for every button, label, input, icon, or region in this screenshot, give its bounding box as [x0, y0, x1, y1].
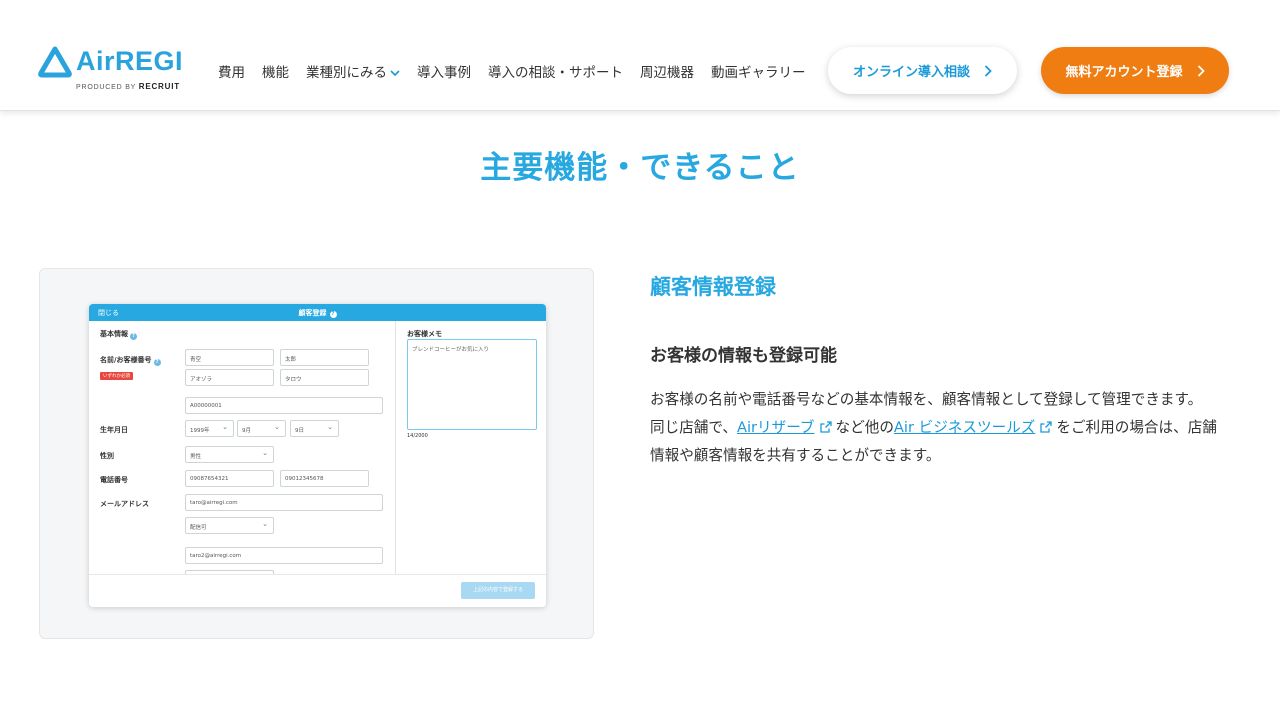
help-icon: ?	[130, 333, 137, 340]
description-paragraph-2: 同じ店舗で、Airリザーブ など他のAir ビジネスツールズ をご利用の場合は、店舗…	[650, 414, 1230, 470]
email-field-2: taro2@airregi.com	[185, 547, 383, 564]
delivery-select: 配信可	[185, 517, 274, 534]
online-consult-label: オンライン導入相談	[852, 65, 970, 80]
name-label: 名前/お客様番号?	[100, 355, 161, 366]
modal-footer: 上記の内容で登録する	[89, 574, 546, 607]
airregi-logo-icon	[38, 46, 72, 78]
feature-title: 顧客情報登録	[650, 275, 776, 299]
name-label-text: 名前/お客様番号	[100, 356, 152, 364]
modal-title: 顧客登録?	[89, 308, 546, 318]
modal-title-text: 顧客登録	[298, 309, 327, 317]
first-name-field: 太郎	[280, 349, 369, 366]
external-link-icon	[819, 421, 832, 433]
nav-item-industry-label: 業種別にみる	[306, 65, 387, 81]
modal-header: 閉じる 顧客登録?	[89, 304, 546, 321]
first-kana-field: タロウ	[280, 369, 369, 386]
save-button-image: 上記の内容で登録する	[461, 582, 535, 599]
logo-text: AirREGI	[76, 46, 184, 76]
birth-year-select: 1999年	[185, 420, 234, 437]
memo-field: ブレンドコーヒーがお気に入り	[407, 339, 537, 430]
phone-field-1: 09087654321	[185, 470, 274, 487]
phone-field-2: 09012345678	[280, 470, 369, 487]
logo-produced-by: PRODUCED BY RECRUIT	[76, 82, 180, 91]
required-badge: いずれか必須	[100, 372, 133, 380]
memo-counter: 14/2000	[407, 433, 428, 439]
airregi-logo[interactable]: AirREGI PRODUCED BY RECRUIT	[38, 44, 188, 94]
chevron-down-icon	[390, 69, 400, 76]
desc-text-b: など他の	[835, 419, 894, 436]
air-business-tools-link[interactable]: Air ビジネスツールズ	[894, 419, 1035, 436]
site-header: AirREGI PRODUCED BY RECRUIT 費用 機能 業種別にみる…	[0, 0, 1280, 111]
chevron-right-icon	[1197, 64, 1205, 77]
email-field-1: taro@airregi.com	[185, 494, 383, 511]
desc-text-a: 同じ店舗で、	[650, 419, 737, 436]
email-label: メールアドレス	[100, 500, 149, 508]
external-link-icon	[1040, 421, 1053, 433]
feature-subtitle: お客様の情報も登録可能	[650, 346, 837, 366]
nav-item-cases[interactable]: 導入事例	[417, 62, 471, 84]
birth-month-select: 9月	[237, 420, 286, 437]
main-nav: 費用 機能 業種別にみる 導入事例 導入の相談・サポート 周辺機器 動画ギャラリ…	[218, 62, 823, 84]
last-name-field: 青空	[185, 349, 274, 366]
air-reserve-link[interactable]: Airリザーブ	[737, 419, 815, 436]
recruit-label: RECRUIT	[138, 82, 180, 91]
nav-item-videos[interactable]: 動画ギャラリー	[711, 62, 806, 84]
free-signup-button[interactable]: 無料アカウント登録	[1041, 47, 1229, 94]
basic-info-heading: 基本情報?	[100, 329, 137, 340]
customer-number-field: A00000001	[185, 397, 383, 414]
produced-by-label: PRODUCED BY	[76, 84, 137, 91]
feature-screenshot: 閉じる 顧客登録? 基本情報? 名前/お客様番号? いずれか必須 青空 太郎 ア…	[39, 268, 594, 639]
memo-panel: お客様メモ ブレンドコーヒーがお気に入り 14/2000	[395, 321, 546, 591]
help-icon: ?	[329, 311, 337, 318]
phone-label: 電話番号	[100, 476, 128, 484]
section-title: 主要機能・できること	[480, 150, 800, 186]
gender-label: 性別	[100, 452, 114, 460]
chevron-right-icon	[984, 64, 992, 77]
free-signup-label: 無料アカウント登録	[1065, 65, 1183, 80]
help-icon: ?	[153, 359, 161, 366]
customer-register-modal-image: 閉じる 顧客登録? 基本情報? 名前/お客様番号? いずれか必須 青空 太郎 ア…	[89, 304, 546, 607]
birthday-label: 生年月日	[100, 426, 128, 434]
nav-item-devices[interactable]: 周辺機器	[640, 62, 694, 84]
birth-day-select: 9日	[290, 420, 339, 437]
nav-item-cost[interactable]: 費用	[218, 62, 245, 84]
basic-info-text: 基本情報	[100, 330, 128, 338]
description-paragraph-1: お客様の名前や電話番号などの基本情報を、顧客情報として登録して管理できます。	[650, 391, 1203, 408]
gender-select: 男性	[185, 446, 274, 463]
last-kana-field: アオゾラ	[185, 369, 274, 386]
feature-description: お客様の名前や電話番号などの基本情報を、顧客情報として登録して管理できます。 同…	[650, 386, 1230, 470]
nav-item-support[interactable]: 導入の相談・サポート	[488, 62, 623, 84]
nav-item-features[interactable]: 機能	[262, 62, 289, 84]
online-consult-button[interactable]: オンライン導入相談	[828, 47, 1017, 94]
modal-form: 基本情報? 名前/お客様番号? いずれか必須 青空 太郎 アオゾラ タロウ A0…	[89, 321, 395, 591]
memo-label: お客様メモ	[407, 330, 442, 338]
nav-item-industry[interactable]: 業種別にみる	[306, 62, 400, 84]
